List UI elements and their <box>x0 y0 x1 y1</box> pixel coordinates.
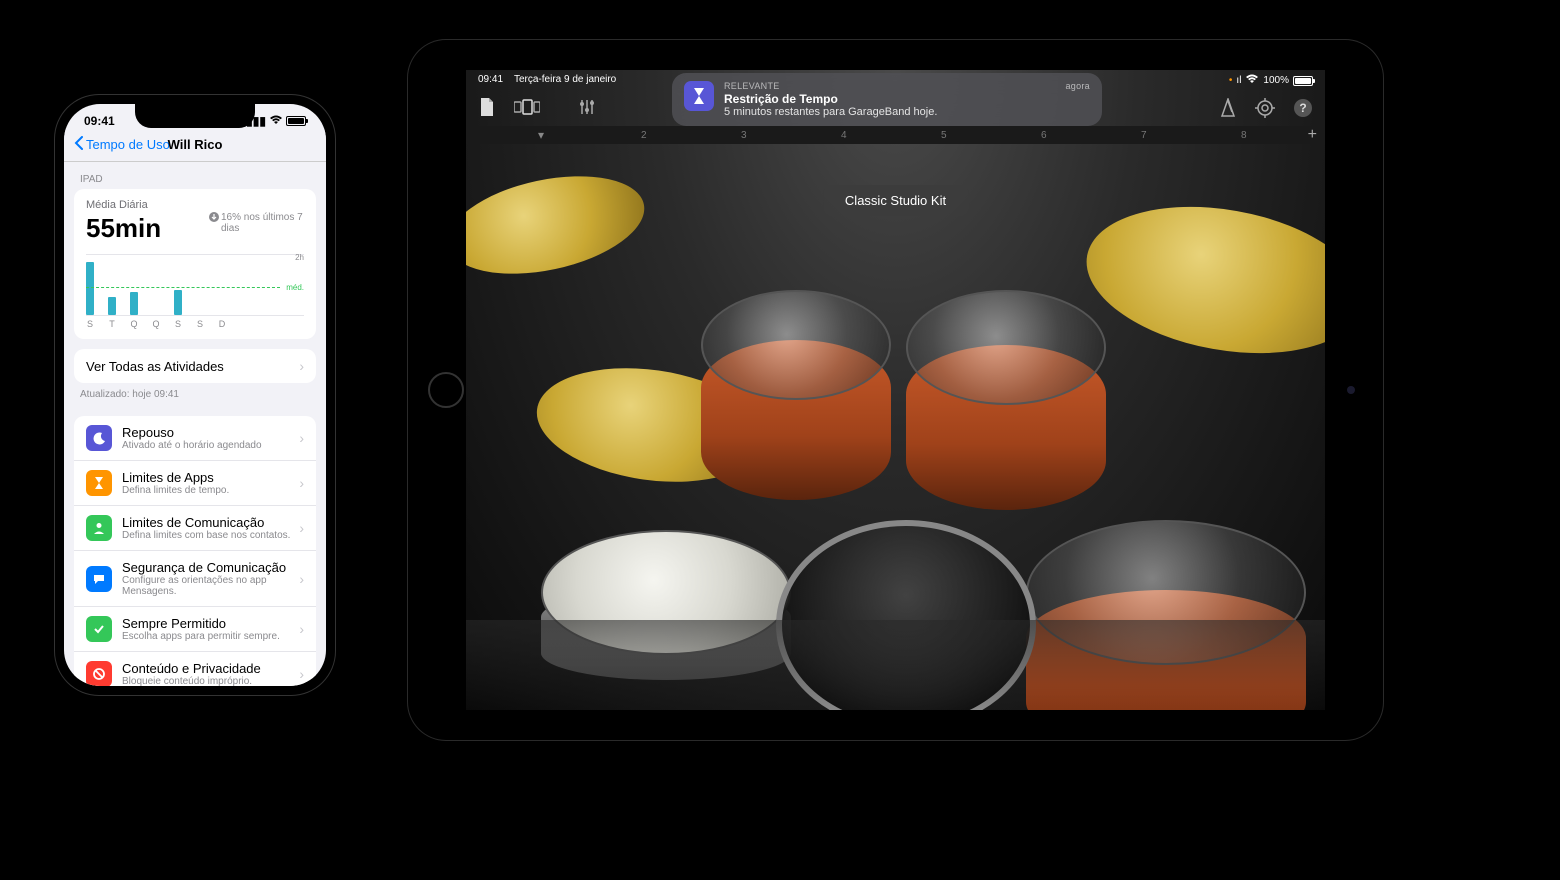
floor-reflection <box>466 620 1325 710</box>
nav-bar: Tempo de Uso Will Rico <box>64 128 326 162</box>
chart-bar <box>86 262 94 315</box>
chevron-right-icon: › <box>299 475 304 491</box>
trend-text: 16% nos últimos 7 dias <box>209 212 304 234</box>
notch <box>135 104 255 128</box>
kit-name: Classic Studio Kit <box>845 193 946 208</box>
battery-pct: 100% <box>1263 75 1289 86</box>
hi-hat-cymbal[interactable] <box>466 160 653 290</box>
screen-time-notification[interactable]: RELEVANTE agora Restrição de Tempo 5 min… <box>672 73 1102 126</box>
home-button[interactable] <box>428 372 464 408</box>
updated-text: Atualizado: hoje 09:41 <box>64 383 326 406</box>
gear-icon[interactable] <box>1255 98 1275 123</box>
arrow-down-icon <box>209 212 219 225</box>
row-seguranca[interactable]: Segurança de ComunicaçãoConfigure as ori… <box>74 551 316 607</box>
row-repouso[interactable]: RepousoAtivado até o horário agendado › <box>74 416 316 461</box>
add-track-icon[interactable]: + <box>1308 126 1317 144</box>
check-icon <box>86 616 112 642</box>
kit-selector[interactable]: Classic Studio Kit <box>823 185 968 216</box>
ipad-device: 09:41 Terça-feira 9 de janeiro •ıl 100% <box>408 40 1383 740</box>
cellular-icon: ıl <box>1236 75 1241 86</box>
notif-body: 5 minutos restantes para GarageBand hoje… <box>724 106 1090 118</box>
nosign-icon <box>86 661 112 686</box>
usage-card: Média Diária 55min 16% nos últimos 7 dia… <box>74 189 316 339</box>
tom-1[interactable] <box>701 290 891 500</box>
wifi-icon <box>1245 74 1259 87</box>
chevron-left-icon <box>74 136 84 153</box>
battery-icon <box>286 116 306 126</box>
back-label: Tempo de Uso <box>86 137 170 152</box>
camera <box>1347 386 1355 394</box>
chevron-right-icon: › <box>299 358 304 374</box>
metronome-icon[interactable] <box>1219 98 1237 123</box>
svg-text:?: ? <box>1299 101 1306 115</box>
row-limites-apps[interactable]: Limites de AppsDefina limites de tempo. … <box>74 461 316 506</box>
chart-bar <box>130 292 138 315</box>
notif-time: agora <box>1065 81 1090 91</box>
row-conteudo-privacidade[interactable]: Conteúdo e PrivacidadeBloqueie conteúdo … <box>74 652 316 686</box>
ipad-screen: 09:41 Terça-feira 9 de janeiro •ıl 100% <box>466 70 1325 710</box>
chart-bar <box>108 297 116 315</box>
moon-icon <box>86 425 112 451</box>
file-icon[interactable] <box>478 97 496 122</box>
tom-2[interactable] <box>906 290 1106 510</box>
average-line <box>86 287 280 288</box>
see-all-label: Ver Todas as Atividades <box>86 359 299 374</box>
iphone-device: 09:41 ▮▮▮▮ Tempo de Uso Will Rico IPAD M… <box>55 95 335 695</box>
playhead-icon[interactable]: ▾ <box>538 128 544 142</box>
row-sempre-permitido[interactable]: Sempre PermitidoEscolha apps para permit… <box>74 607 316 652</box>
person-icon <box>86 515 112 541</box>
activities-list: Ver Todas as Atividades › <box>74 349 316 383</box>
hourglass-icon <box>684 81 714 111</box>
status-time: 09:41 <box>84 114 115 128</box>
chart-y-avg: méd. <box>286 283 304 292</box>
chart-y-top: 2h <box>295 253 304 262</box>
settings-list: RepousoAtivado até o horário agendado › … <box>74 416 316 686</box>
chevron-right-icon: › <box>299 666 304 682</box>
notif-app-label: RELEVANTE <box>724 81 780 91</box>
timeline-ruler[interactable]: ▾ 2 3 4 5 6 7 8 + <box>466 126 1325 144</box>
cellular-icon: • <box>1229 75 1233 86</box>
see-all-row[interactable]: Ver Todas as Atividades › <box>74 349 316 383</box>
chevron-right-icon: › <box>299 520 304 536</box>
hourglass-icon <box>86 470 112 496</box>
section-header: IPAD <box>64 162 326 189</box>
chevron-right-icon: › <box>299 571 304 587</box>
bubble-icon <box>86 566 112 592</box>
status-date: Terça-feira 9 de janeiro <box>514 74 616 85</box>
mixer-icon[interactable] <box>578 98 596 121</box>
status-time: 09:41 <box>478 74 503 85</box>
wifi-icon <box>269 114 283 128</box>
right-toolbar: ? <box>1219 98 1313 123</box>
notif-title: Restrição de Tempo <box>724 92 1090 106</box>
help-icon[interactable]: ? <box>1293 98 1313 123</box>
row-limites-comunicacao[interactable]: Limites de ComunicaçãoDefina limites com… <box>74 506 316 551</box>
chart-bar <box>174 290 182 315</box>
page-title: Will Rico <box>168 137 223 152</box>
chevron-right-icon: › <box>299 430 304 446</box>
ride-cymbal[interactable] <box>1075 187 1325 373</box>
average-label: Média Diária <box>86 199 304 211</box>
browser-icon[interactable] <box>514 99 540 120</box>
usage-chart[interactable]: 2h méd. <box>86 254 304 316</box>
back-button[interactable]: Tempo de Uso <box>74 136 170 153</box>
drum-kit <box>466 150 1325 710</box>
chart-x-labels: STQQSSD <box>86 319 304 329</box>
battery-icon <box>1293 76 1313 86</box>
iphone-screen: 09:41 ▮▮▮▮ Tempo de Uso Will Rico IPAD M… <box>64 104 326 686</box>
chevron-right-icon: › <box>299 621 304 637</box>
